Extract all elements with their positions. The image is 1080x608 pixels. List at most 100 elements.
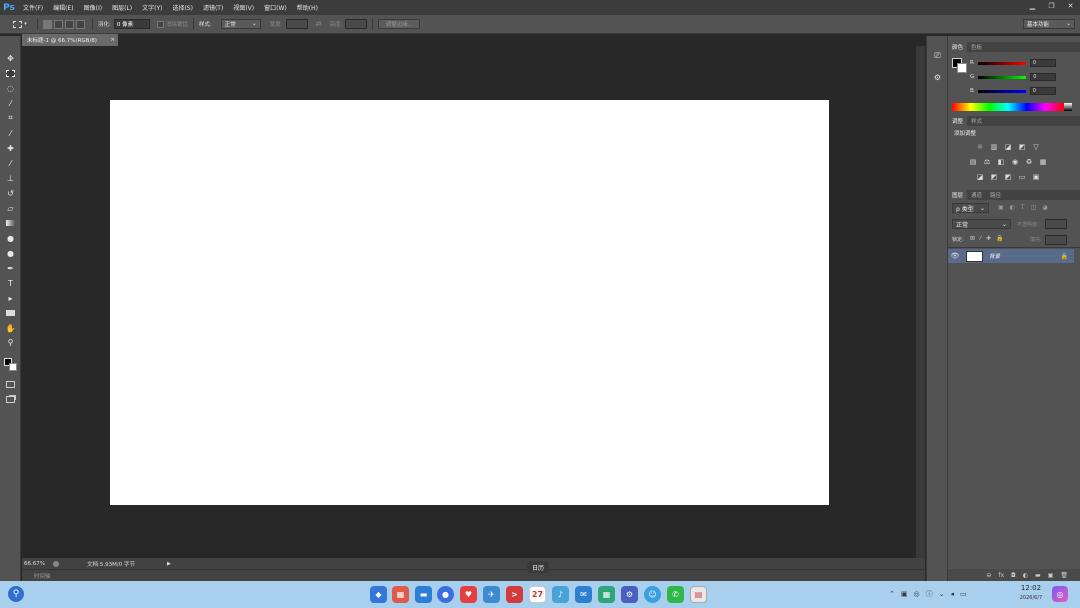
settings-app-icon[interactable]: ⚙ — [621, 586, 638, 603]
new-layer-icon[interactable]: ▣ — [1048, 572, 1054, 579]
gradient-map-icon[interactable]: ▭ — [1017, 173, 1027, 181]
menu-image[interactable]: 图像(I) — [79, 3, 107, 12]
menu-edit[interactable]: 编辑(E) — [48, 3, 78, 12]
app-store-icon[interactable]: ▦ — [392, 586, 409, 603]
menu-layer[interactable]: 图层(L) — [107, 3, 137, 12]
menu-help[interactable]: 帮助(H) — [292, 3, 323, 12]
timeline-label[interactable]: 时间轴 — [34, 572, 51, 580]
layer-filter-select[interactable]: ρ 类型 ⌄ — [952, 203, 989, 213]
posterize-icon[interactable]: ◩ — [989, 173, 999, 181]
tab-channels[interactable]: 通道 — [967, 190, 986, 200]
calendar-app-icon[interactable]: 27 — [529, 586, 546, 603]
curves-icon[interactable]: ◪ — [1003, 143, 1013, 151]
exposure-icon[interactable]: ◩ — [1017, 143, 1027, 151]
layer-name[interactable]: 背景 — [989, 252, 1061, 260]
type-tool-icon[interactable]: T — [3, 277, 18, 289]
menu-type[interactable]: 文字(Y) — [137, 3, 167, 12]
brush-tool-icon[interactable]: ⁄ — [3, 157, 18, 169]
link-layers-icon[interactable]: ⊖ — [986, 572, 991, 579]
brightness-icon[interactable]: ☼ — [975, 143, 985, 151]
expand-arrow-icon[interactable]: ▶ — [167, 561, 171, 567]
history-panel-icon[interactable]: ⎚ — [932, 50, 943, 61]
music-app-icon[interactable]: ♪ — [552, 586, 569, 603]
red-slider[interactable] — [977, 61, 1026, 65]
layer-style-icon[interactable]: fx — [998, 572, 1004, 579]
quick-mask-icon[interactable] — [3, 378, 18, 390]
canvas-area[interactable] — [22, 46, 925, 558]
subtract-selection-icon[interactable] — [65, 19, 74, 29]
zoom-level[interactable]: 66.67% — [24, 561, 50, 567]
menu-select[interactable]: 选择(S) — [167, 3, 198, 12]
opacity-input[interactable] — [1045, 219, 1067, 229]
close-button[interactable]: ✕ — [1061, 0, 1080, 11]
green-value[interactable]: 0 — [1030, 73, 1057, 81]
move-tool-icon[interactable]: ✥ — [3, 52, 18, 64]
menu-filter[interactable]: 滤镜(T) — [198, 3, 228, 12]
quick-select-tool-icon[interactable]: ⁄ — [3, 97, 18, 109]
apps-grid-icon[interactable]: ▦ — [598, 586, 615, 603]
eye-icon[interactable]: 👁 — [948, 252, 962, 260]
notes-app-icon[interactable]: ♥ — [460, 586, 477, 603]
background-color-swatch[interactable] — [9, 363, 17, 371]
layer-row-background[interactable]: 👁 背景 🔒 — [948, 249, 1074, 263]
terminal-app-icon[interactable]: > — [506, 586, 523, 603]
tab-styles[interactable]: 样式 — [967, 116, 986, 126]
layer-filter-icons[interactable]: ▣◐T◫◕ — [998, 204, 1053, 211]
add-mask-icon[interactable]: ◘ — [1011, 572, 1016, 579]
blue-value[interactable]: 0 — [1029, 87, 1056, 95]
invert-icon[interactable]: ◪ — [975, 173, 985, 181]
menu-view[interactable]: 视图(V) — [228, 3, 259, 12]
notification-center-icon[interactable]: ◎ — [1052, 586, 1068, 602]
document-tab[interactable]: 未标题-1 @ 66.7%(RGB/8) × — [22, 34, 118, 46]
games-app-icon[interactable]: ◆ — [370, 586, 387, 603]
fill-input[interactable] — [1045, 235, 1067, 245]
menu-window[interactable]: 窗口(W) — [259, 3, 292, 12]
clone-stamp-tool-icon[interactable]: ⊥ — [3, 172, 18, 184]
add-to-selection-icon[interactable] — [54, 19, 63, 29]
shape-tool-icon[interactable] — [3, 307, 18, 319]
eraser-tool-icon[interactable]: ▱ — [3, 202, 18, 214]
channel-mixer-icon[interactable]: ♻ — [1024, 158, 1034, 166]
adjustment-layer-icon[interactable]: ◐ — [1023, 572, 1028, 579]
tab-paths[interactable]: 路径 — [986, 190, 1005, 200]
new-group-icon[interactable]: ▬ — [1035, 572, 1041, 579]
properties-panel-icon[interactable]: ⚙ — [932, 72, 943, 83]
crop-tool-icon[interactable]: ⌗ — [3, 112, 18, 124]
blend-mode-select[interactable]: 正常 ⌄ — [952, 219, 1011, 229]
document-canvas[interactable] — [110, 100, 829, 505]
lock-icons[interactable]: ⊠⁄✚🔒 — [970, 235, 1009, 242]
swap-icon[interactable]: ⇄ — [316, 20, 322, 28]
new-selection-icon[interactable] — [43, 19, 52, 29]
blue-slider[interactable] — [977, 89, 1026, 93]
width-input[interactable] — [285, 19, 308, 29]
search-icon[interactable]: ⚲ — [8, 586, 24, 602]
mail-app-icon[interactable]: ✉ — [575, 586, 592, 603]
dodge-tool-icon[interactable]: ● — [3, 247, 18, 259]
tab-color[interactable]: 颜色 — [948, 42, 968, 52]
healing-brush-tool-icon[interactable]: ✚ — [3, 142, 18, 154]
photo-filter-icon[interactable]: ◉ — [1010, 158, 1020, 166]
assistant-app-icon[interactable]: ☺ — [644, 586, 661, 603]
tray-icons[interactable]: ⌃▣◎ⓘ⌄◂▭ — [889, 589, 973, 599]
clock-date[interactable]: 2026/6/7 — [1016, 595, 1046, 601]
intersect-selection-icon[interactable] — [76, 19, 85, 29]
gradient-tool-icon[interactable] — [3, 217, 18, 229]
height-input[interactable] — [345, 19, 368, 29]
send-app-icon[interactable]: ✈ — [483, 586, 500, 603]
menu-file[interactable]: 文件(F) — [18, 3, 48, 12]
hue-saturation-icon[interactable]: ▤ — [968, 158, 978, 166]
selective-color-icon[interactable]: ▣ — [1031, 173, 1041, 181]
delete-layer-icon[interactable]: 🗑 — [1060, 572, 1068, 579]
background-color-swatch[interactable] — [957, 63, 967, 73]
browser-icon[interactable]: ● — [437, 586, 454, 603]
workspace-select[interactable]: 基本功能 ⌄ — [1023, 19, 1075, 29]
black-white-ramp[interactable] — [1064, 103, 1072, 111]
tab-swatches[interactable]: 色板 — [967, 42, 986, 52]
red-value[interactable]: 0 — [1029, 59, 1056, 67]
restore-button[interactable]: ❐ — [1042, 0, 1061, 11]
black-white-icon[interactable]: ◧ — [996, 158, 1006, 166]
color-balance-icon[interactable]: ⚖ — [982, 158, 992, 166]
zoom-tool-icon[interactable]: ⚲ — [3, 336, 18, 348]
color-spectrum-bar[interactable] — [952, 103, 1064, 111]
feather-input[interactable]: 0 像素 — [113, 19, 150, 29]
